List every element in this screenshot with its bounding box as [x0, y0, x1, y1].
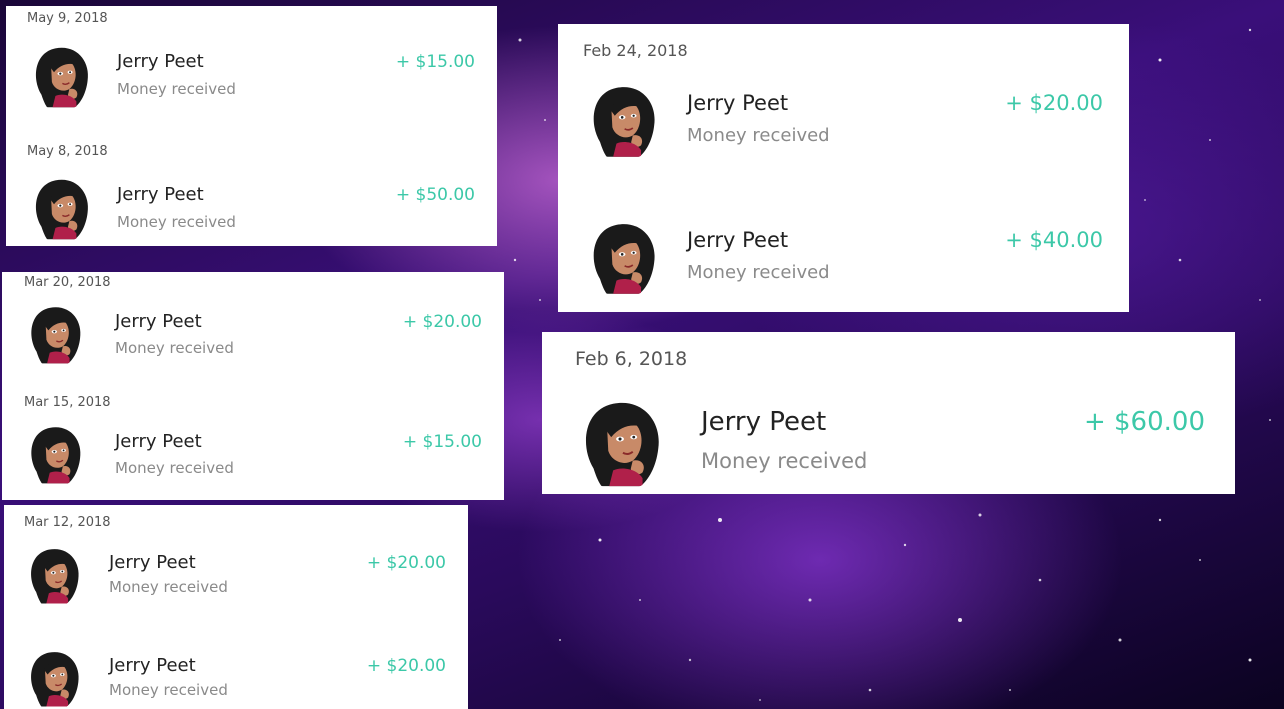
- transaction-status: Money received: [117, 213, 236, 231]
- amount-value: + $15.00: [395, 52, 475, 72]
- transaction-card-1: May 9, 2018 Jerry Peet Money received + …: [6, 6, 497, 246]
- sender-name: Jerry Peet: [115, 311, 202, 332]
- date-label: May 9, 2018: [27, 11, 108, 26]
- transaction-row[interactable]: Jerry Peet Money received + $50.00: [26, 172, 475, 242]
- transaction-row[interactable]: Jerry Peet Money received + $20.00: [22, 300, 482, 366]
- sender-name: Jerry Peet: [109, 655, 196, 676]
- amount-value: + $40.00: [1005, 228, 1103, 252]
- transaction-status: Money received: [109, 578, 228, 596]
- amount-value: + $20.00: [402, 312, 482, 332]
- transaction-status: Money received: [687, 262, 830, 283]
- date-label: Mar 12, 2018: [24, 515, 111, 530]
- sender-name: Jerry Peet: [687, 91, 789, 115]
- date-label: Mar 20, 2018: [24, 275, 111, 290]
- profile-avatar-icon: [22, 420, 88, 486]
- transaction-status: Money received: [115, 459, 234, 477]
- date-label: May 8, 2018: [27, 144, 108, 159]
- transaction-card-3: Mar 12, 2018 Jerry Peet Money received +…: [4, 505, 468, 709]
- transaction-card-5: Feb 6, 2018 Jerry Peet Money received + …: [542, 332, 1235, 494]
- sender-name: Jerry Peet: [117, 184, 204, 205]
- amount-value: + $20.00: [1005, 91, 1103, 115]
- amount-value: + $15.00: [402, 432, 482, 452]
- amount-value: + $20.00: [366, 553, 446, 573]
- amount-value: + $20.00: [366, 656, 446, 676]
- profile-avatar-icon: [26, 40, 96, 110]
- transaction-row[interactable]: Jerry Peet Money received + $15.00: [22, 420, 482, 486]
- sender-name: Jerry Peet: [109, 552, 196, 573]
- profile-avatar-icon: [22, 542, 86, 606]
- transaction-status: Money received: [701, 449, 868, 473]
- transaction-status: Money received: [109, 681, 228, 699]
- transaction-row[interactable]: Jerry Peet Money received + $20.00: [582, 78, 1103, 160]
- transaction-status: Money received: [115, 339, 234, 357]
- transaction-row[interactable]: Jerry Peet Money received + $40.00: [582, 215, 1103, 297]
- amount-value: + $60.00: [1083, 407, 1205, 437]
- transaction-row[interactable]: Jerry Peet Money received + $20.00: [22, 542, 446, 606]
- sender-name: Jerry Peet: [687, 228, 789, 252]
- transaction-status: Money received: [687, 125, 830, 146]
- date-label: Mar 15, 2018: [24, 395, 111, 410]
- transaction-row[interactable]: Jerry Peet Money received + $15.00: [26, 40, 475, 110]
- sender-name: Jerry Peet: [701, 407, 827, 437]
- date-label: Feb 24, 2018: [583, 41, 688, 60]
- transaction-card-2: Mar 20, 2018 Jerry Peet Money received +…: [2, 272, 504, 500]
- amount-value: + $50.00: [395, 185, 475, 205]
- profile-avatar-icon: [572, 392, 670, 490]
- transaction-row[interactable]: Jerry Peet Money received + $60.00: [572, 392, 1205, 490]
- sender-name: Jerry Peet: [115, 431, 202, 452]
- profile-avatar-icon: [22, 300, 88, 366]
- profile-avatar-icon: [582, 215, 664, 297]
- date-label: Feb 6, 2018: [575, 348, 688, 370]
- transaction-status: Money received: [117, 80, 236, 98]
- profile-avatar-icon: [582, 78, 664, 160]
- profile-avatar-icon: [22, 645, 86, 709]
- transaction-card-4: Feb 24, 2018 Jerry Peet Money received +…: [558, 24, 1129, 312]
- profile-avatar-icon: [26, 172, 96, 242]
- sender-name: Jerry Peet: [117, 51, 204, 72]
- transaction-row[interactable]: Jerry Peet Money received + $20.00: [22, 645, 446, 709]
